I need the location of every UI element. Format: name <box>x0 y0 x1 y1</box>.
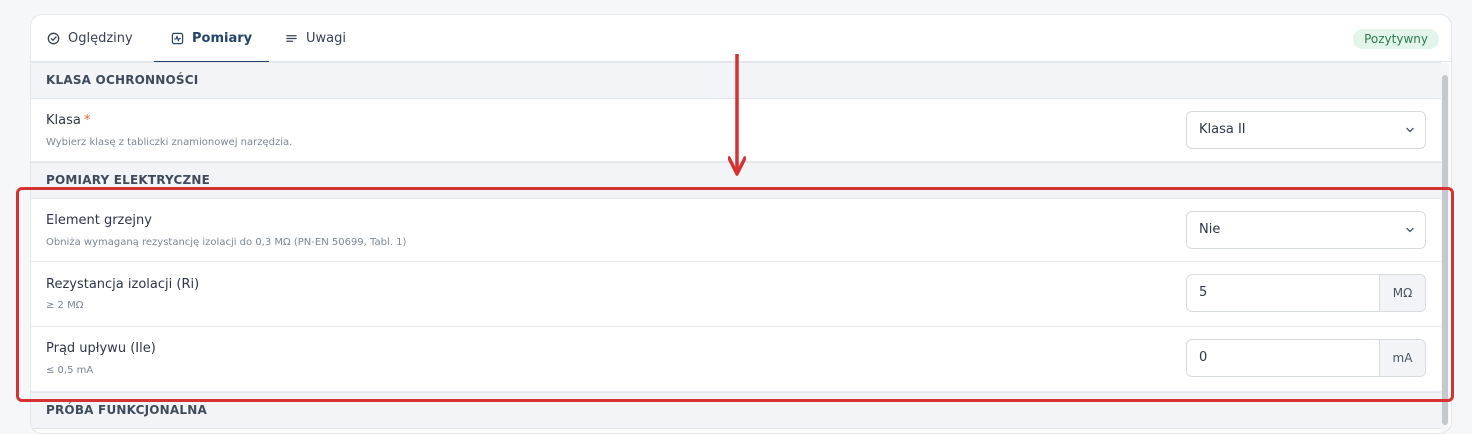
section-header-electrical: POMIARY ELEKTRYCZNE <box>31 162 1441 199</box>
select-value: Nie <box>1199 222 1221 237</box>
select-value: Klasa II <box>1199 122 1246 137</box>
form-row-heating-element: Element grzejny Obniża wymaganą rezystan… <box>31 199 1441 262</box>
check-circle-icon <box>47 32 60 45</box>
required-mark: * <box>83 113 91 128</box>
tab-ogledziny[interactable]: Oględziny <box>47 15 133 62</box>
field-hint: ≤ 0,5 mA <box>46 365 94 376</box>
tab-label: Uwagi <box>306 31 346 46</box>
chevron-down-icon <box>1406 127 1414 133</box>
section-header-protection-class: KLASA OCHRONNOŚCI <box>31 62 1441 99</box>
field-label: Klasa * <box>46 113 90 128</box>
tab-uwagi[interactable]: Uwagi <box>285 15 346 62</box>
insulation-resistance-input[interactable]: 5 MΩ <box>1186 274 1426 312</box>
input-value[interactable]: 5 <box>1187 275 1380 311</box>
measurement-card: Oględziny Pomiary Uwagi Pozytywny KLASA … <box>30 14 1452 434</box>
field-label-text: Klasa <box>46 113 81 128</box>
field-label: Element grzejny <box>46 213 152 228</box>
tab-label: Pomiary <box>192 31 253 46</box>
leakage-current-input[interactable]: 0 mA <box>1186 339 1426 377</box>
section-header-functional: PRÓBA FUNKCJONALNA <box>31 392 1441 429</box>
field-hint: Obniża wymaganą rezystancję izolacji do … <box>46 237 407 248</box>
tab-bar: Oględziny Pomiary Uwagi Pozytywny <box>31 15 1451 63</box>
unit-label: mA <box>1379 340 1425 376</box>
lines-icon <box>286 35 297 42</box>
form-row-leakage-current: Prąd upływu (Ile) ≤ 0,5 mA 0 mA <box>31 327 1441 392</box>
status-badge: Pozytywny <box>1353 29 1439 49</box>
form-row-klasa: Klasa * Wybierz klasę z tabliczki znamion… <box>31 99 1441 162</box>
activity-icon <box>171 32 184 45</box>
field-label: Rezystancja izolacji (Ri) <box>46 277 200 292</box>
field-label: Prąd upływu (Ile) <box>46 341 156 356</box>
tab-pomiary[interactable]: Pomiary <box>153 15 270 63</box>
chevron-down-icon <box>1406 227 1414 233</box>
field-hint: Wybierz klasę z tabliczki znamionowej na… <box>46 137 293 148</box>
form-row-insulation-resistance: Rezystancja izolacji (Ri) ≥ 2 MΩ 5 MΩ <box>31 262 1441 327</box>
scrollbar-thumb[interactable] <box>1442 75 1448 425</box>
klasa-select[interactable]: Klasa II <box>1186 111 1426 149</box>
input-value[interactable]: 0 <box>1187 340 1380 376</box>
tab-label: Oględziny <box>68 31 133 46</box>
unit-label: MΩ <box>1379 275 1425 311</box>
heating-element-select[interactable]: Nie <box>1186 211 1426 249</box>
field-hint: ≥ 2 MΩ <box>46 300 84 311</box>
